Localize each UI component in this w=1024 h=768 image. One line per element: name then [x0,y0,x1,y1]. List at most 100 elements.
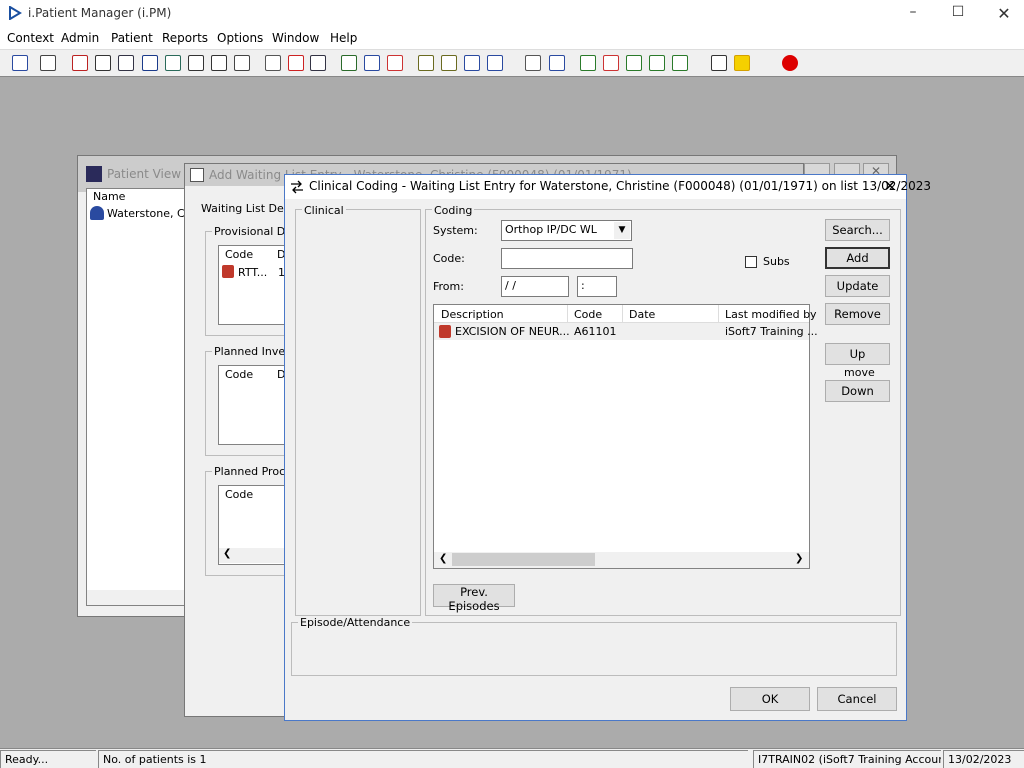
clipboard2-icon[interactable] [439,53,459,73]
row-code: A61101 [574,325,617,338]
print-icon[interactable] [38,53,58,73]
menu-patient[interactable]: Patient [111,31,153,45]
coding-list[interactable] [433,304,810,569]
menu-window[interactable]: Window [272,31,319,45]
menu-context[interactable]: Context [7,31,54,45]
transfer-icon[interactable] [232,53,252,73]
status-date: 13/02/2023 [943,750,1024,768]
coding-label: Coding [432,204,475,217]
search-button[interactable]: Search... [825,219,890,241]
move-label: move [844,366,875,379]
subs-checkbox[interactable] [745,256,757,268]
clinical-label: Clinical [302,204,346,217]
monitor-icon[interactable] [339,53,359,73]
from-time-input[interactable]: : [577,276,617,297]
m-icon[interactable] [140,53,160,73]
planned-proc-hscroll[interactable]: ❮ [219,548,289,563]
cancel-button[interactable]: Cancel [817,687,897,711]
checklist3-icon[interactable] [647,53,667,73]
from-label: From: [433,280,464,293]
clinical-group [295,209,421,616]
status-patients: No. of patients is 1 [98,750,748,768]
patient-view-title: Patient View : [107,167,189,181]
scroll-thumb[interactable] [452,553,595,566]
clock-icon[interactable] [286,53,306,73]
screen-icon[interactable] [308,53,328,73]
patient-view-icon [86,166,102,182]
col-date[interactable]: Date [629,308,655,321]
note-icon[interactable] [186,53,206,73]
chart-icon[interactable] [362,53,382,73]
swap-icon[interactable] [709,53,729,73]
book-icon[interactable] [70,53,90,73]
add-wl-icon [190,168,204,182]
patient-icon [90,206,104,220]
checklist4-icon[interactable] [670,53,690,73]
maximize-button[interactable]: ☐ [943,4,973,24]
patient-list[interactable] [86,188,190,606]
from-date-input[interactable]: / / [501,276,569,297]
bar-chart-icon[interactable] [547,53,567,73]
system-select[interactable]: Orthop IP/DC WL [501,220,632,241]
warning-icon[interactable] [732,53,752,73]
planned-proc-label: Planned Proce [212,465,294,478]
globe-icon[interactable] [578,53,598,73]
up-button[interactable]: Up [825,343,890,365]
chevron-down-icon[interactable]: ▼ [614,222,630,239]
prov-diag-row-code[interactable]: RTT... [238,266,267,279]
app-title: i.Patient Manager (i.PM) [28,6,172,20]
ok-button[interactable]: OK [730,687,810,711]
status-ready: Ready... [0,750,96,768]
update-button[interactable]: Update [825,275,890,297]
rtt-icon [222,265,234,278]
col-divider [567,305,568,323]
close-button[interactable]: ✕ [989,4,1019,24]
col-divider [718,305,719,323]
dialog-close-button[interactable]: ✕ [880,177,900,197]
scroll-left-icon[interactable]: ❮ [223,548,231,559]
code-input[interactable] [501,248,633,269]
checklist2-icon[interactable] [624,53,644,73]
clipboard-icon[interactable] [416,53,436,73]
patient-icon[interactable] [10,53,30,73]
edit-icon[interactable] [93,53,113,73]
system-select-value: Orthop IP/DC WL [505,223,597,236]
checklist-icon[interactable] [601,53,621,73]
col-code[interactable]: Code [574,308,602,321]
scroll-left-icon[interactable]: ❮ [439,553,447,564]
app-logo-icon [9,6,22,20]
add-button[interactable]: Add [825,247,890,269]
swap-icon [291,180,303,194]
menu-options[interactable]: Options [217,31,263,45]
menu-admin[interactable]: Admin [61,31,99,45]
down-button[interactable]: Down [825,380,890,402]
exit-icon[interactable] [780,53,800,73]
chart2-icon[interactable] [385,53,405,73]
search-doc-icon[interactable] [263,53,283,73]
scroll-right-icon[interactable]: ❯ [795,553,803,564]
col-description[interactable]: Description [441,308,504,321]
col-divider [622,305,623,323]
patient-row-name[interactable]: Waterstone, Chr [107,207,196,220]
remove-button[interactable]: Remove [825,303,890,325]
bed-icon[interactable] [462,53,482,73]
pen-icon[interactable] [209,53,229,73]
menu-help[interactable]: Help [330,31,357,45]
dialog-title: Clinical Coding - Waiting List Entry for… [309,179,931,193]
list-icon[interactable] [116,53,136,73]
prov-diag-col-code: Code [225,248,254,261]
episode-group [291,622,897,676]
system-label: System: [433,224,478,237]
code-record-icon [439,325,451,338]
person-icon[interactable] [163,53,183,73]
minimize-button[interactable]: – [898,4,928,24]
col-last-modified[interactable]: Last modified by [725,308,817,321]
row-modified-by: iSoft7 Training ... [725,325,818,338]
document-icon[interactable] [523,53,543,73]
menu-reports[interactable]: Reports [162,31,208,45]
planned-proc-col-code: Code [225,488,254,501]
subs-label: Subs [763,255,790,268]
car-icon[interactable] [485,53,505,73]
prev-episodes-button[interactable]: Prev. Episodes [433,584,515,613]
patient-list-hscroll[interactable] [87,590,187,605]
